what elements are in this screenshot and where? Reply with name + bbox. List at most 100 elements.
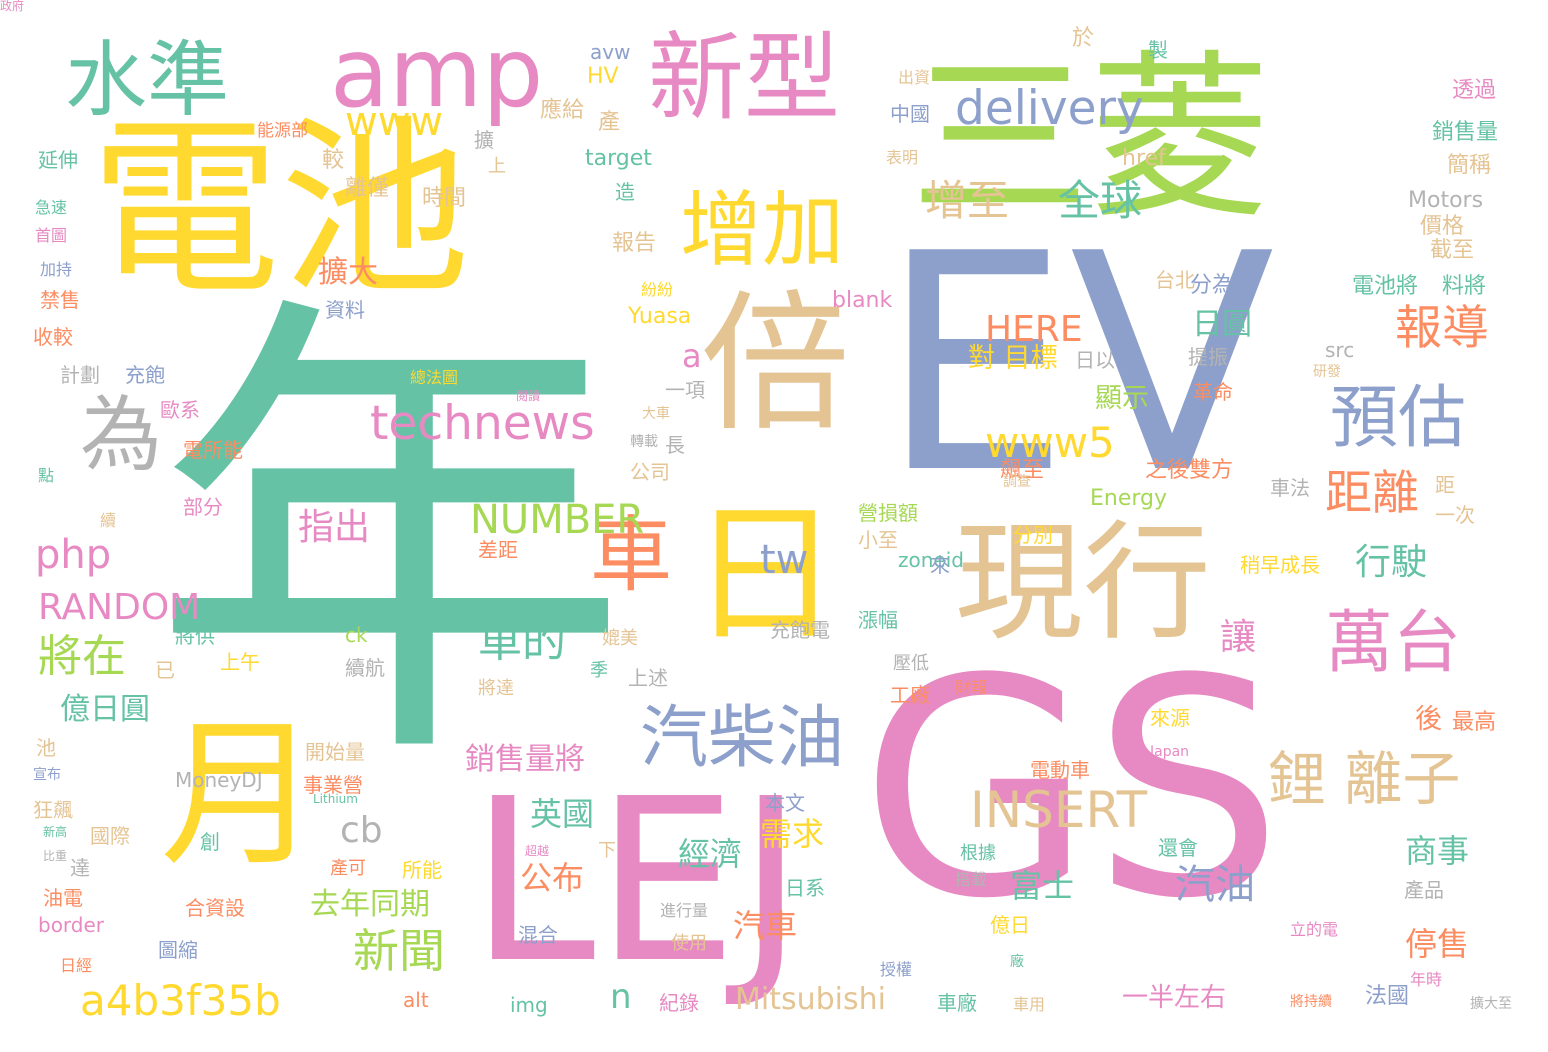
word-cloud-word-www-34: www [345, 99, 444, 145]
word-cloud-word-blank-69: blank [832, 288, 893, 313]
word-cloud-word-49: 需求 [760, 815, 825, 853]
word-cloud-word-php-30: php [35, 532, 112, 578]
word-cloud-word-avw-83: avw [590, 40, 631, 64]
word-cloud-word-187: 廠 [1010, 954, 1024, 970]
word-cloud-word-176: 產品 [1404, 878, 1444, 902]
word-cloud-word-random-31: RANDOM [38, 587, 201, 628]
word-cloud-word-152: 池 [36, 736, 56, 760]
word-cloud-word-93: 報告 [612, 231, 657, 256]
word-cloud-word-target-76: target [585, 146, 652, 171]
word-cloud-word-165: 比重 [43, 849, 68, 863]
word-cloud-word-54: 停售 [1405, 925, 1470, 963]
word-cloud-word-195: 擴大至 [1470, 996, 1512, 1012]
word-cloud-word-162: 新高 [43, 825, 68, 839]
word-cloud-word-10: 新型 [648, 22, 840, 134]
word-cloud-word-119: 公司 [630, 460, 670, 484]
word-cloud-word-186: 日經 [60, 956, 93, 975]
word-cloud-word-116: 大車 [642, 406, 670, 422]
word-cloud-word-74: 價格 [1420, 214, 1465, 239]
word-cloud-word-78: 銷售量 [1432, 120, 1499, 145]
word-cloud-word-25: 增至 [925, 176, 1010, 225]
word-cloud-word-175: 日系 [785, 876, 825, 900]
word-cloud-word-number-29: NUMBER [470, 497, 645, 543]
word-cloud-word-167: 超越 [525, 844, 550, 858]
word-cloud-word-6: 倍 [700, 278, 851, 452]
word-cloud-word-174: 油電 [43, 886, 83, 910]
word-cloud-word-100: 首圖 [35, 226, 68, 245]
word-cloud-word-26: 全球 [1058, 176, 1143, 225]
word-cloud-word-82: 於 [1072, 26, 1095, 51]
word-cloud-word-159: 狂飆 [33, 798, 73, 822]
word-cloud-word-61: 後 [1415, 704, 1442, 735]
word-cloud-word-87: 擴 [474, 128, 494, 152]
word-cloud-word-149: 財報 [955, 678, 988, 697]
word-cloud-word-145: 已 [155, 658, 175, 682]
word-cloud-word-n-44: n [610, 977, 632, 1017]
word-cloud-word-134: 來 [930, 553, 950, 577]
word-cloud-word-href-77: href [1122, 146, 1166, 171]
word-cloud-word-171: 所能 [402, 858, 442, 882]
word-cloud-word-111: 續 [100, 511, 117, 530]
word-cloud-word-56: 銷售量將 [465, 742, 585, 777]
word-cloud-word-tw-35: tw [760, 537, 809, 583]
word-cloud-word-52: 富士 [1010, 867, 1075, 905]
word-cloud-word-192: 車廠 [937, 991, 977, 1015]
word-cloud-word-95: 中國 [890, 102, 930, 126]
word-cloud-word-137: 漲幅 [858, 608, 898, 632]
word-cloud-word-mitsubishi-43: Mitsubishi [735, 982, 886, 1017]
word-cloud-word-194: 將持續 [1290, 994, 1332, 1010]
word-cloud-word-47: 億日圓 [60, 692, 150, 727]
word-cloud-word-energy-65: Energy [1090, 486, 1168, 511]
word-cloud-word-191: 紀錄 [659, 991, 699, 1015]
word-cloud-word-japan-154: Japan [1150, 744, 1190, 760]
word-cloud-word-88: 上 [488, 156, 506, 177]
word-cloud-word-8: 月 [160, 701, 321, 888]
word-cloud-word-147: 壓低 [893, 653, 929, 674]
word-cloud-word-42: 讓 [1220, 617, 1257, 658]
word-cloud-word-139: 媲美 [602, 628, 638, 649]
word-cloud-word-16: 汽柴油 [640, 699, 845, 778]
word-cloud-word-172: 根據 [960, 843, 996, 864]
word-cloud-word-yuasa-68: Yuasa [628, 304, 692, 329]
word-cloud-word-103: 收較 [33, 325, 73, 349]
word-cloud-word-142: 續航 [345, 656, 385, 680]
word-cloud-word-96: 表明 [886, 148, 919, 167]
word-cloud-word-105: 充飽 [125, 363, 165, 387]
word-cloud-word-188: 授權 [880, 960, 913, 979]
word-cloud-word-123: 提振 [1188, 345, 1228, 369]
word-cloud-word-a-45: a [682, 337, 702, 375]
word-cloud-word-168: 還會 [1158, 836, 1198, 860]
word-cloud-word-border-180: border [38, 913, 105, 937]
word-cloud-word-insert-22: INSERT [970, 781, 1148, 839]
word-cloud-word-94: 出資 [898, 68, 931, 87]
word-cloud-word-129: 一次 [1435, 503, 1475, 527]
word-cloud-word-img-190: img [510, 993, 548, 1017]
word-cloud-word-130: 分別 [1013, 523, 1053, 547]
word-cloud-word-89: 較 [322, 148, 345, 173]
word-cloud-word-117: 轉載 [630, 434, 658, 450]
word-cloud-word-126: 調查 [1003, 474, 1031, 490]
word-cloud-word-144: 上午 [220, 650, 260, 674]
word-cloud-word-alt-189: alt [403, 988, 429, 1012]
word-cloud-word-102: 禁售 [40, 288, 80, 312]
word-cloud-word-163: 國際 [90, 824, 130, 848]
word-cloud-word-28: 報導 [1395, 301, 1489, 356]
word-cloud-word-109: 部分 [183, 495, 223, 519]
word-cloud-word-64: 法國 [1365, 984, 1410, 1009]
word-cloud-word-131: 營損額 [858, 501, 918, 525]
word-cloud-word-src-121: src [1325, 338, 1355, 362]
word-cloud-word-63: 一半左右 [1122, 983, 1227, 1013]
word-cloud-word-127: 車法 [1270, 476, 1310, 500]
word-cloud-word-128: 距 [1435, 473, 1455, 497]
word-cloud-word-185: 年時 [1410, 970, 1443, 989]
word-cloud-word-110: 點 [38, 466, 55, 485]
word-cloud-word-138: 充飽電 [770, 618, 830, 642]
word-cloud: 年 EV GS 三菱 電池 LEJ 倍日月現行 新型 amp 水準 增加為車汽柴油 萬台 預估 deliv… [0, 0, 1548, 1052]
word-cloud-word-27: 距離 [1325, 466, 1419, 521]
word-cloud-word-107: 歐系 [160, 398, 200, 422]
word-cloud-word-60: 顯示 [1095, 383, 1149, 414]
word-cloud-word-108: 電所能 [183, 438, 243, 462]
word-cloud-word-62: 最高 [1452, 710, 1497, 735]
word-cloud-word-85: 應給 [540, 98, 585, 123]
word-cloud-word-48: 公布 [520, 859, 585, 897]
